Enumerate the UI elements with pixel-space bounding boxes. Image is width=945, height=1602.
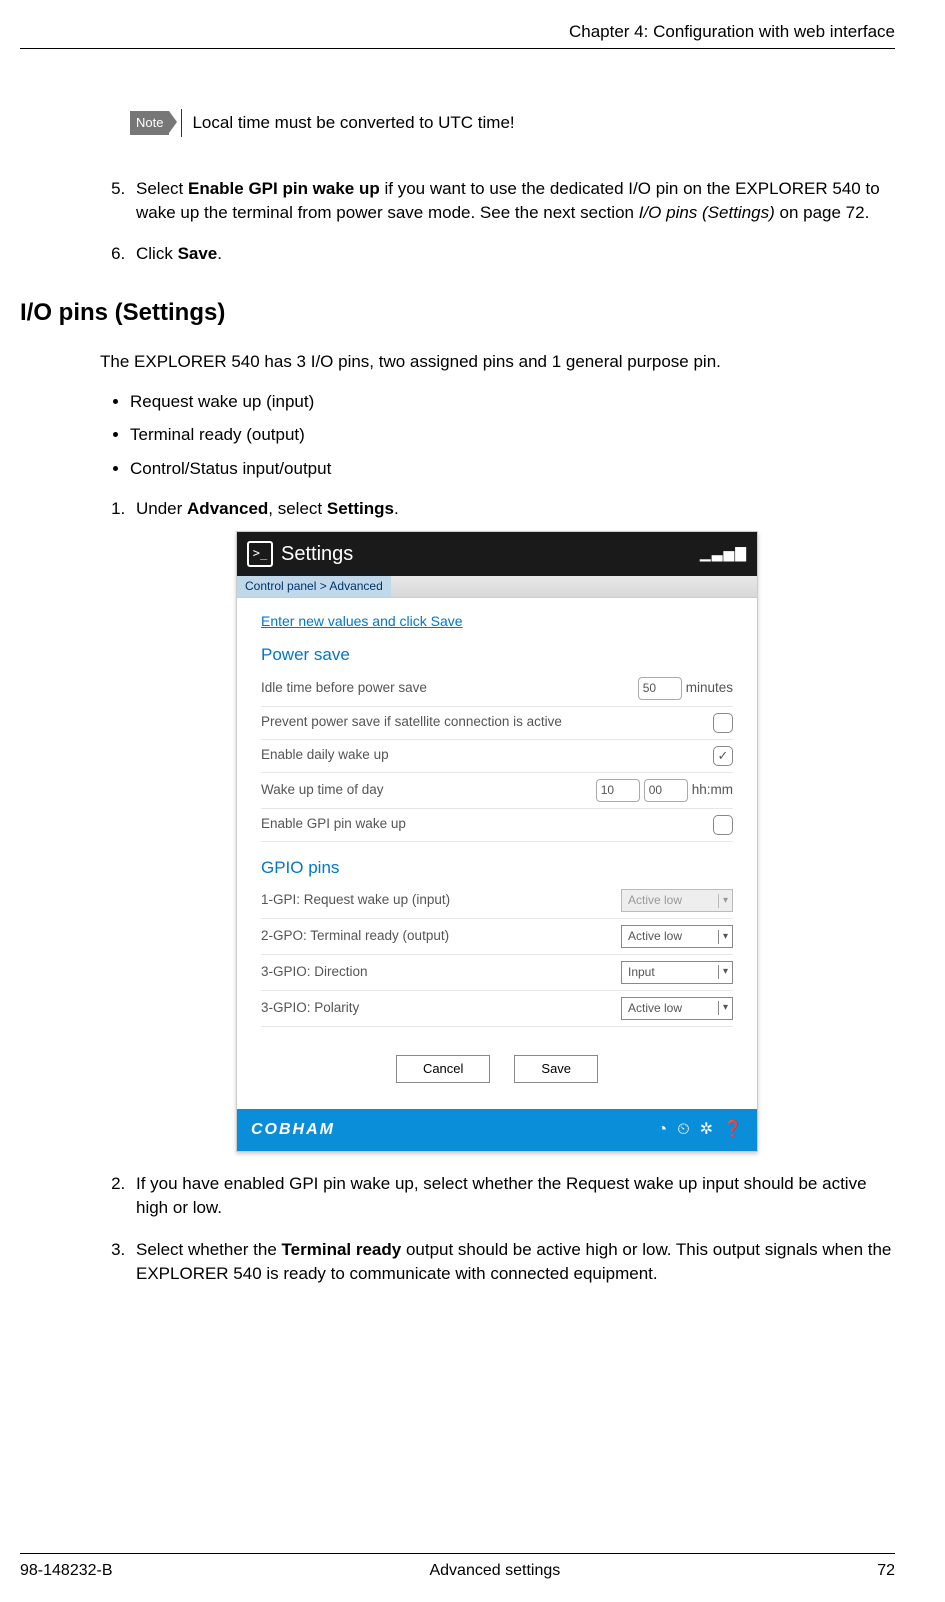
footer-title: Advanced settings: [429, 1560, 560, 1582]
chevron-down-icon[interactable]: ▾: [718, 1001, 732, 1015]
pie-icon[interactable]: ◔: [658, 1119, 668, 1141]
gpio-row-1: 1-GPI: Request wake up (input) Active lo…: [261, 883, 733, 919]
hint-text: Enter new values and click Save: [261, 612, 733, 632]
list-item: Control/Status input/output: [130, 457, 895, 481]
terminal-icon: >_: [247, 541, 273, 567]
gpio-row-3: 3-GPIO: Direction Input ▾: [261, 955, 733, 991]
gpio-title: GPIO pins: [261, 856, 733, 880]
brand-logo: COBHAM: [251, 1119, 335, 1141]
wake-hh-input[interactable]: 10: [596, 779, 640, 802]
note-tag: Note: [130, 111, 169, 135]
gpo-select[interactable]: Active low ▾: [621, 925, 733, 948]
breadcrumb: Control panel > Advanced: [237, 576, 391, 597]
gpi-checkbox[interactable]: [713, 815, 733, 835]
step-2: If you have enabled GPI pin wake up, sel…: [130, 1172, 895, 1220]
page-number: 72: [877, 1560, 895, 1582]
cancel-button[interactable]: Cancel: [396, 1055, 490, 1083]
gpio-row-4: 3-GPIO: Polarity Active low ▾: [261, 991, 733, 1027]
wakeup-time-row: Wake up time of day 10 00 hh:mm: [261, 773, 733, 809]
gpi-select: Active low ▾: [621, 889, 733, 912]
powersave-title: Power save: [261, 643, 733, 667]
list-item: Request wake up (input): [130, 390, 895, 414]
doc-number: 98-148232-B: [20, 1560, 113, 1582]
ui-titlebar: >_ Settings ▁▃▅▇: [237, 532, 757, 576]
idle-unit: minutes: [686, 679, 733, 698]
idle-time-row: Idle time before power save 50 minutes: [261, 671, 733, 707]
chevron-down-icon: ▾: [718, 894, 732, 908]
gauge-icon[interactable]: ⏲: [677, 1119, 689, 1141]
section-heading: I/O pins (Settings): [20, 296, 895, 330]
daily-checkbox[interactable]: ✓: [713, 746, 733, 766]
save-button[interactable]: Save: [514, 1055, 598, 1083]
chapter-header: Chapter 4: Configuration with web interf…: [20, 20, 895, 49]
step-5: Select Enable GPI pin wake up if you wan…: [130, 177, 895, 225]
note-text: Local time must be converted to UTC time…: [192, 111, 514, 135]
gpio-row-2: 2-GPO: Terminal ready (output) Active lo…: [261, 919, 733, 955]
ui-footer: COBHAM ◔ ⏲ ✲ ❓: [237, 1109, 757, 1151]
step-1: Under Advanced, select Settings. >_ Sett…: [130, 497, 895, 1152]
prevent-checkbox[interactable]: [713, 713, 733, 733]
settings-screenshot: >_ Settings ▁▃▅▇ Control panel > Advance…: [236, 531, 758, 1152]
wake-mm-input[interactable]: 00: [644, 779, 688, 802]
help-icon[interactable]: ❓: [723, 1119, 743, 1141]
chevron-down-icon[interactable]: ▾: [718, 965, 732, 979]
note-block: Note Local time must be converted to UTC…: [130, 109, 895, 137]
chevron-down-icon[interactable]: ▾: [718, 930, 732, 944]
list-item: Terminal ready (output): [130, 423, 895, 447]
page-footer: 98-148232-B Advanced settings 72: [20, 1553, 895, 1582]
prevent-powersave-row: Prevent power save if satellite connecti…: [261, 707, 733, 740]
gear-icon[interactable]: ✲: [700, 1119, 713, 1141]
step-6: Click Save.: [130, 242, 895, 266]
wake-unit: hh:mm: [692, 781, 733, 800]
note-divider: [181, 109, 182, 137]
direction-select[interactable]: Input ▾: [621, 961, 733, 984]
polarity-select[interactable]: Active low ▾: [621, 997, 733, 1020]
gpi-wakeup-row: Enable GPI pin wake up: [261, 809, 733, 842]
step-3: Select whether the Terminal ready output…: [130, 1238, 895, 1286]
signal-icon: ▁▃▅▇: [700, 544, 747, 564]
intro-text: The EXPLORER 540 has 3 I/O pins, two ass…: [100, 350, 895, 374]
daily-wakeup-row: Enable daily wake up ✓: [261, 740, 733, 773]
idle-time-input[interactable]: 50: [638, 677, 682, 700]
ui-title: Settings: [281, 540, 353, 568]
